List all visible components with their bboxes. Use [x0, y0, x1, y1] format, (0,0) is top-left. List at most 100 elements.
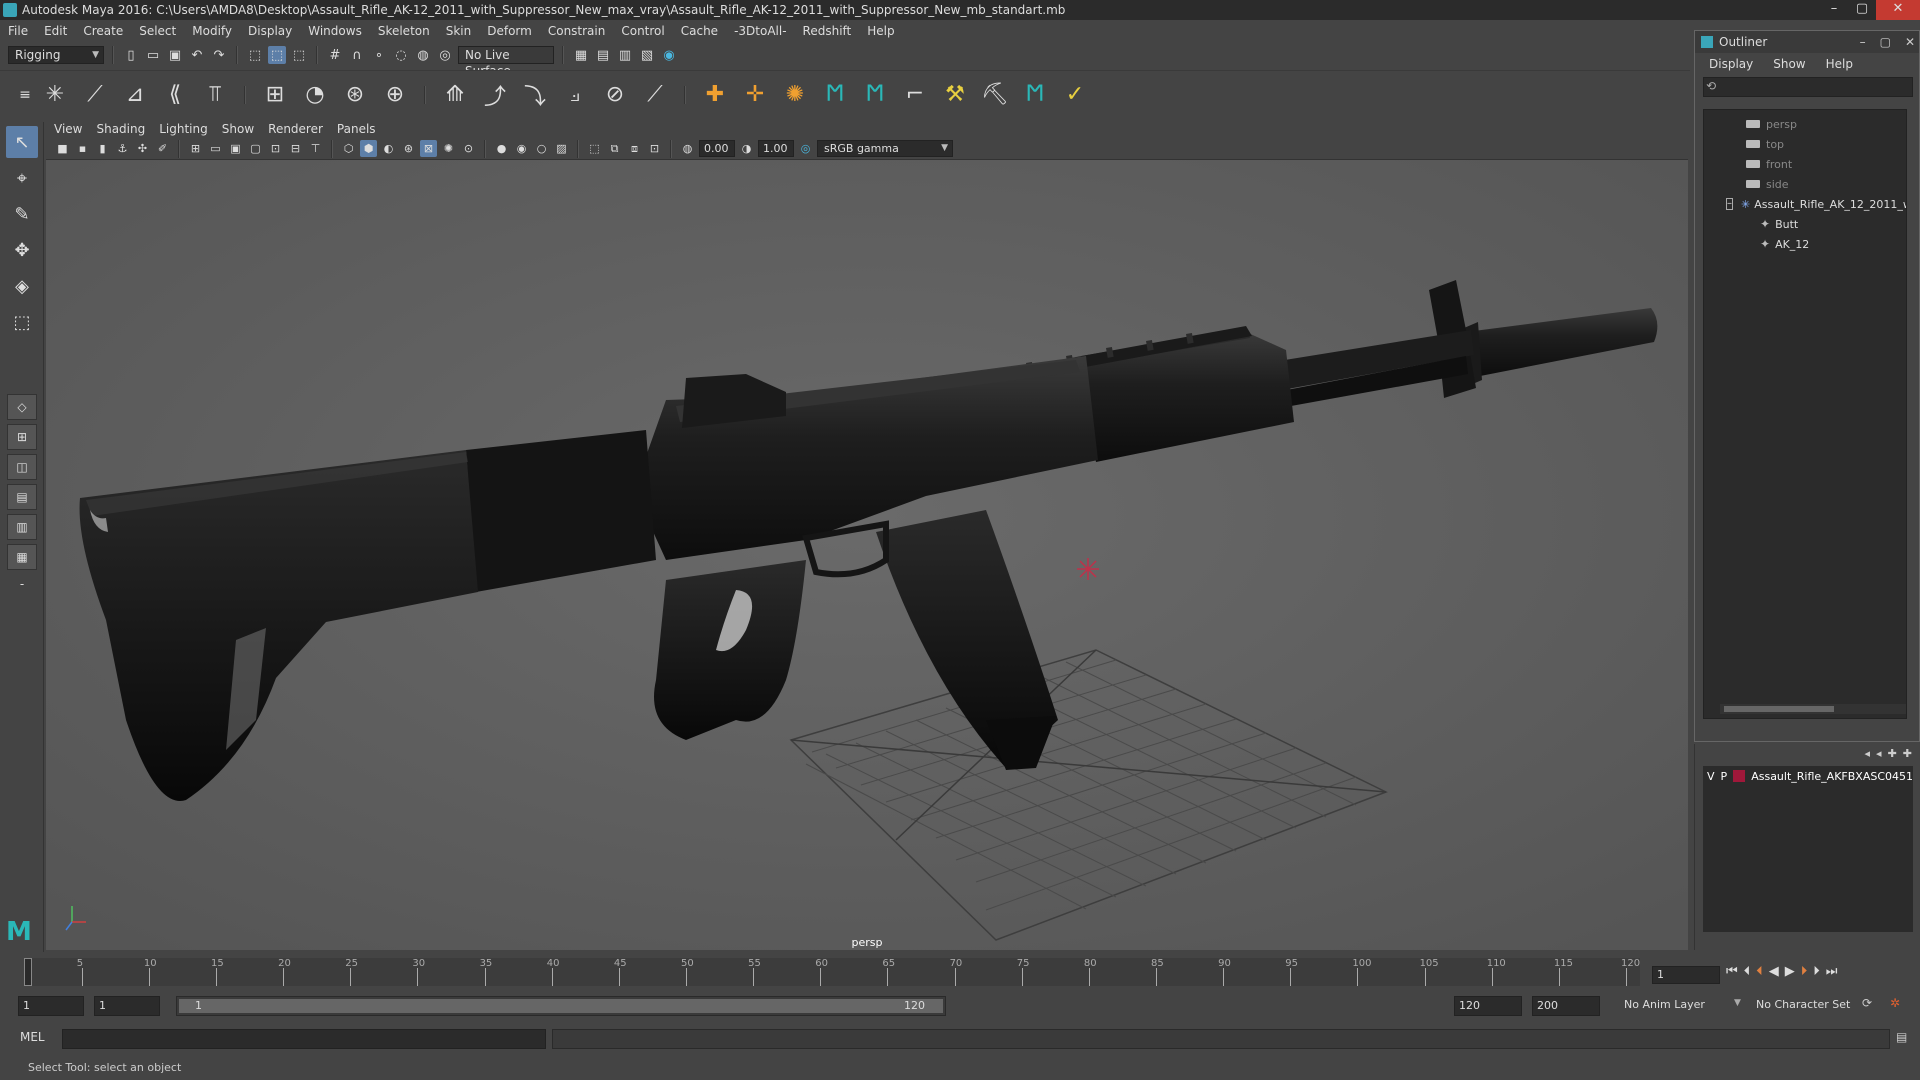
bookmark-icon[interactable]: ▮	[94, 140, 111, 157]
use-lights-icon[interactable]: ⊠	[420, 140, 437, 157]
point-constraint-icon[interactable]: ✚	[700, 80, 730, 110]
outliner-item-butt[interactable]: ✦ Butt	[1704, 214, 1906, 234]
checkmark-tool-icon[interactable]: ✓	[1060, 80, 1090, 110]
hypershade-icon[interactable]: ◉	[660, 46, 678, 64]
view-transform-dropdown[interactable]: sRGB gamma ▼	[817, 140, 953, 157]
bind-skin-icon[interactable]: ⟰	[440, 80, 470, 110]
play-backwards-icon[interactable]: ◀	[1769, 964, 1779, 979]
layer-playback-toggle[interactable]: P	[1721, 770, 1728, 783]
menu-constrain[interactable]: Constrain	[548, 24, 606, 38]
playback-start-field[interactable]: 1	[94, 996, 160, 1016]
paint-weights-icon[interactable]: ⟓	[560, 80, 590, 110]
menu-create[interactable]: Create	[83, 24, 123, 38]
snap-curve-icon[interactable]: ∩	[348, 46, 366, 64]
skin-cluster-icon[interactable]: ⊘	[600, 80, 630, 110]
step-back-key-icon[interactable]: ⏴	[1756, 964, 1763, 979]
depth-of-field-icon[interactable]: ○	[533, 140, 550, 157]
render-frame-icon[interactable]: ▤	[594, 46, 612, 64]
menu-skin[interactable]: Skin	[446, 24, 472, 38]
go-to-end-icon[interactable]: ⏭	[1826, 964, 1838, 979]
menu-deform[interactable]: Deform	[487, 24, 532, 38]
step-back-frame-icon[interactable]: ⏴	[1744, 964, 1751, 979]
panel-menu-lighting[interactable]: Lighting	[159, 122, 208, 136]
resolution-gate-icon[interactable]: ▣	[227, 140, 244, 157]
command-language-toggle[interactable]: MEL	[20, 1030, 45, 1044]
ik-spline-icon[interactable]: ⟪	[160, 80, 190, 110]
paint-select-icon[interactable]: ✎	[6, 198, 38, 230]
hypershade-layout-icon[interactable]: ▦	[7, 544, 37, 570]
character-set-dropdown[interactable]: No Character Set	[1752, 996, 1864, 1016]
human-ik-icon[interactable]: ⛏	[980, 80, 1010, 110]
outliner-menu-show[interactable]: Show	[1773, 57, 1805, 71]
shadows-icon[interactable]: ✺	[440, 140, 457, 157]
anim-layer-dropdown[interactable]: No Anim Layer	[1620, 996, 1738, 1016]
current-frame-field[interactable]: 1	[1652, 966, 1720, 984]
panel-menu-show[interactable]: Show	[222, 122, 254, 136]
cluster-icon[interactable]: ◔	[300, 80, 330, 110]
menu-help[interactable]: Help	[867, 24, 894, 38]
smooth-shade-icon[interactable]: ⬢	[360, 140, 377, 157]
mirror-joint-icon[interactable]: ⫪	[200, 80, 230, 110]
outliner-filter-input[interactable]: ⟲	[1703, 77, 1913, 97]
menu-control[interactable]: Control	[621, 24, 664, 38]
render-view-icon[interactable]: ▧	[638, 46, 656, 64]
color-management-icon[interactable]: ◎	[797, 140, 814, 157]
hik-icon[interactable]: Ϻ	[820, 80, 850, 110]
detach-skin-icon[interactable]: ⟋	[640, 80, 670, 110]
new-layer-icon[interactable]: ✚	[1888, 747, 1897, 760]
graph-layout-icon[interactable]: ▥	[7, 514, 37, 540]
orient-constraint-icon[interactable]: ✺	[780, 80, 810, 110]
gamma-field[interactable]: 1.00	[758, 140, 794, 157]
live-surface-field[interactable]: No Live Surface	[458, 46, 554, 78]
rotate-tool-icon[interactable]: ◈	[6, 270, 38, 302]
shelf-options-icon[interactable]: ≡	[10, 80, 40, 110]
preferences-icon[interactable]: ✲	[1890, 996, 1900, 1010]
snap-point-icon[interactable]: ∘	[370, 46, 388, 64]
xray-active-icon[interactable]: ⧈	[626, 140, 643, 157]
xray-icon[interactable]: ⬚	[586, 140, 603, 157]
lattice-icon[interactable]: ⊞	[260, 80, 290, 110]
quick-rig-icon[interactable]: ⚒	[940, 80, 970, 110]
panel-menu-view[interactable]: View	[54, 122, 82, 136]
step-forward-key-icon[interactable]: ⏵	[1801, 964, 1808, 979]
panel-menu-renderer[interactable]: Renderer	[268, 122, 323, 136]
motion-blur-icon[interactable]: ●	[493, 140, 510, 157]
close-button[interactable]: ✕	[1876, 0, 1920, 20]
outliner-item-top[interactable]: top	[1704, 134, 1906, 154]
go-to-start-icon[interactable]: ⏮	[1726, 964, 1738, 979]
step-forward-frame-icon[interactable]: ⏵	[1813, 964, 1820, 979]
maximize-button[interactable]: ▢	[1848, 0, 1876, 20]
playhead[interactable]	[24, 958, 32, 986]
joint-tool-icon[interactable]: ✳	[40, 80, 70, 110]
outliner-item-side[interactable]: side	[1704, 174, 1906, 194]
render-settings-icon[interactable]: ▦	[572, 46, 590, 64]
insert-joint-icon[interactable]: ⟋	[80, 80, 110, 110]
maya-tool-icon[interactable]: Ϻ	[1020, 80, 1050, 110]
script-editor-icon[interactable]: ▤	[1896, 1030, 1907, 1044]
outliner-hscrollbar[interactable]	[1720, 704, 1906, 714]
two-view-layout-icon[interactable]: ◫	[7, 454, 37, 480]
select-hierarchy-icon[interactable]: ⬚	[246, 46, 264, 64]
hik-definition-icon[interactable]: Ϻ	[860, 80, 890, 110]
menu-display[interactable]: Display	[248, 24, 292, 38]
snap-surface-icon[interactable]: ◍	[414, 46, 432, 64]
outliner-menu-help[interactable]: Help	[1826, 57, 1853, 71]
safe-title-icon[interactable]: ⊤	[307, 140, 324, 157]
range-slider[interactable]: 1 120	[176, 996, 946, 1016]
menu-modify[interactable]: Modify	[192, 24, 232, 38]
collapse-icon[interactable]: –	[1726, 198, 1733, 210]
select-object-icon[interactable]: ⬚	[268, 46, 286, 64]
grease-pencil-icon[interactable]: ✐	[154, 140, 171, 157]
scrollbar-thumb[interactable]	[1724, 706, 1834, 712]
field-chart-icon[interactable]: ⊡	[267, 140, 284, 157]
exposure-field[interactable]: 0.00	[699, 140, 735, 157]
save-scene-icon[interactable]: ▣	[166, 46, 184, 64]
outliner-layout-icon[interactable]: ▤	[7, 484, 37, 510]
select-component-icon[interactable]: ⬚	[290, 46, 308, 64]
minimize-button[interactable]: –	[1860, 31, 1866, 53]
outliner-item-persp[interactable]: persp	[1704, 114, 1906, 134]
layer-row[interactable]: V P Assault_Rifle_AKFBXASC0451	[1703, 766, 1913, 786]
wireframe-on-shaded-icon[interactable]: ◐	[380, 140, 397, 157]
command-input[interactable]	[62, 1029, 546, 1049]
minimize-button[interactable]: –	[1820, 0, 1848, 20]
